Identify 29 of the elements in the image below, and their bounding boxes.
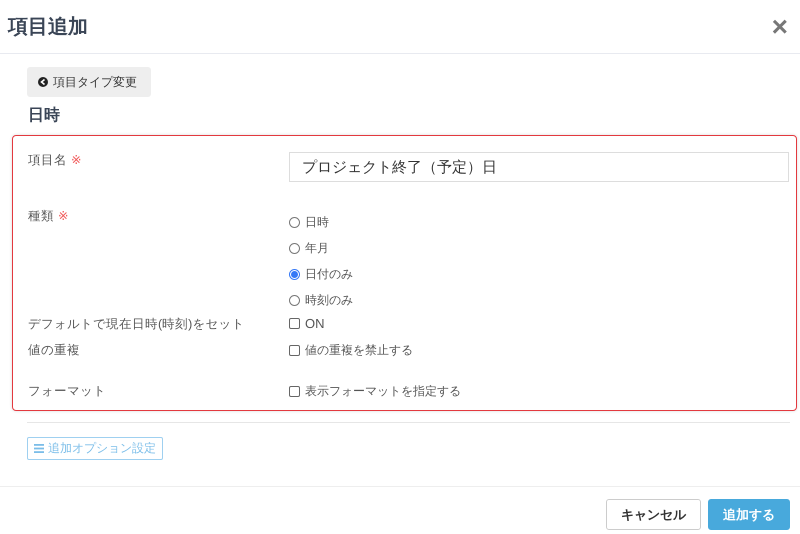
field-label: 種類 xyxy=(28,208,54,225)
name-input[interactable]: プロジェクト終了（予定）日 xyxy=(289,152,789,182)
field-label: 値の重複 xyxy=(28,342,80,359)
cancel-button[interactable]: キャンセル xyxy=(606,499,701,530)
checkbox-label: ON xyxy=(305,316,324,331)
radio-button[interactable] xyxy=(289,295,300,306)
radio-button[interactable] xyxy=(289,217,300,228)
checkbox[interactable] xyxy=(289,318,300,329)
field-label: デフォルトで現在日時(時刻)をセット xyxy=(28,316,244,333)
menu-icon xyxy=(34,444,44,453)
required-mark: ※ xyxy=(58,208,68,225)
dialog-title: 項目追加 xyxy=(8,15,88,40)
checkbox[interactable] xyxy=(289,345,300,356)
radio-button[interactable] xyxy=(289,269,300,280)
radio-label: 日時 xyxy=(305,214,329,231)
back-arrow-icon xyxy=(38,77,48,87)
checkbox-label: 表示フォーマットを指定する xyxy=(305,383,461,400)
change-type-button[interactable]: 項目タイプ変更 xyxy=(27,67,151,97)
radio-label: 年月 xyxy=(305,240,329,257)
field-label: フォーマット xyxy=(28,383,106,400)
radio-label: 日付のみ xyxy=(305,266,353,283)
radio-label: 時刻のみ xyxy=(305,292,353,309)
radio-button[interactable] xyxy=(289,243,300,254)
checkbox[interactable] xyxy=(289,386,300,397)
close-button[interactable]: × xyxy=(772,12,788,40)
required-mark: ※ xyxy=(71,152,82,169)
field-label: 項目名 xyxy=(28,152,67,169)
checkbox-label: 値の重複を禁止する xyxy=(305,342,413,359)
section-title: 日時 xyxy=(28,106,61,126)
